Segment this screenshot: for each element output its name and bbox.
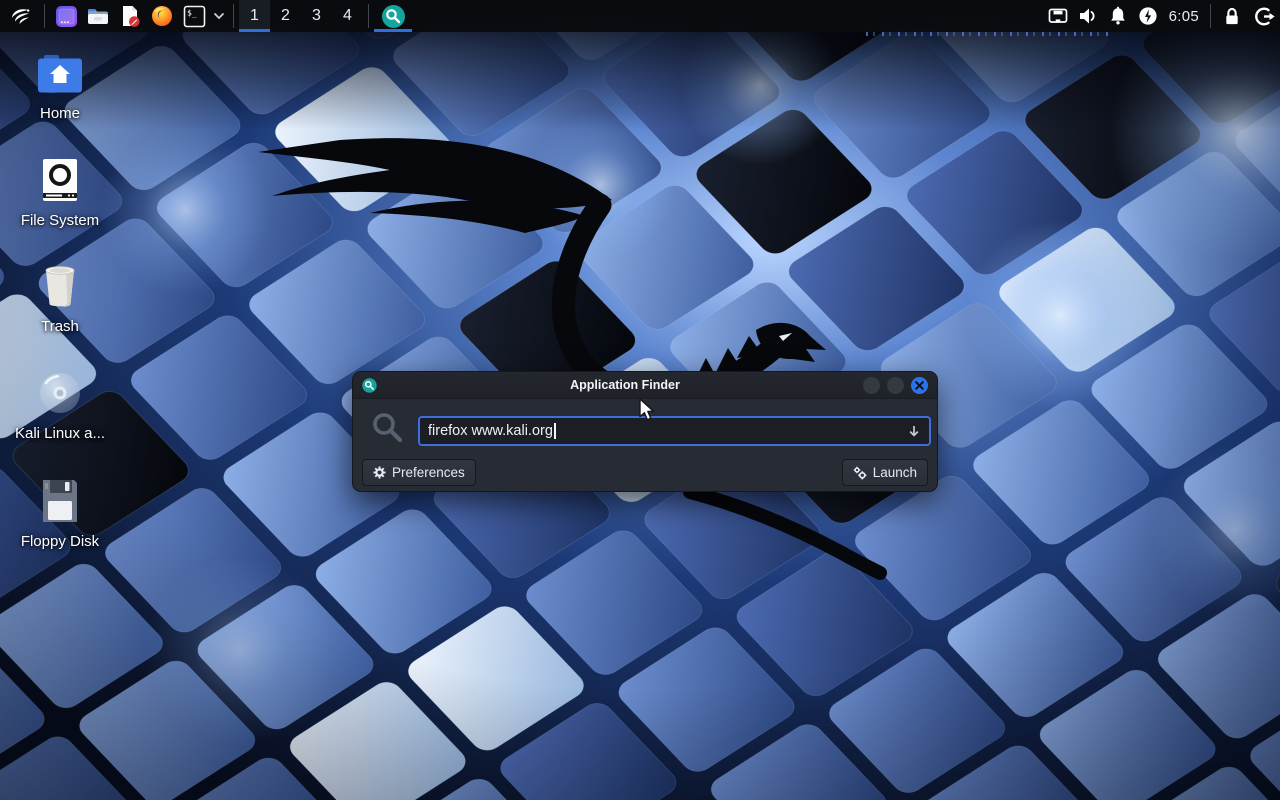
hard-drive-icon bbox=[40, 158, 80, 202]
text-editor-icon bbox=[118, 4, 142, 28]
home-folder-icon bbox=[37, 55, 83, 95]
clock[interactable]: 6:05 bbox=[1163, 0, 1205, 32]
application-finder-magnifier-icon bbox=[381, 4, 406, 29]
run-gears-icon bbox=[853, 466, 867, 480]
minimize-button[interactable] bbox=[863, 377, 880, 394]
workspace-2[interactable]: 2 bbox=[270, 0, 301, 32]
terminal-glyph: $_ bbox=[187, 8, 197, 17]
chevron-down-icon bbox=[213, 10, 225, 22]
kali-logo-icon bbox=[8, 4, 32, 28]
button-row: Preferences bbox=[353, 459, 937, 486]
down-arrow-icon[interactable] bbox=[907, 424, 921, 438]
window-title: Application Finder bbox=[387, 378, 863, 392]
volume-icon bbox=[1076, 4, 1100, 28]
desktop-icon-label: Kali Linux a... bbox=[15, 425, 105, 442]
network-tray-button[interactable] bbox=[1043, 0, 1073, 32]
panel-separator bbox=[233, 4, 234, 28]
workspace-4[interactable]: 4 bbox=[332, 0, 363, 32]
desktop-icon-label: File System bbox=[21, 212, 99, 229]
log-out-icon bbox=[1253, 5, 1276, 28]
titlebar[interactable]: Application Finder bbox=[353, 372, 937, 399]
desktop-icon-file-system[interactable]: File System bbox=[8, 158, 112, 229]
launcher-file-manager[interactable] bbox=[82, 0, 114, 32]
search-input-value: firefox www.kali.org bbox=[428, 423, 553, 439]
kali-desktop: $_ 1 2 3 4 bbox=[0, 0, 1280, 800]
desktop-icon-trash[interactable]: Trash bbox=[8, 264, 112, 335]
floppy-disk-icon bbox=[39, 479, 81, 523]
close-button[interactable] bbox=[911, 377, 928, 394]
preferences-button[interactable]: Preferences bbox=[362, 459, 476, 486]
desktop-icon-floppy-disk[interactable]: Floppy Disk bbox=[8, 479, 112, 550]
workspace-1[interactable]: 1 bbox=[239, 0, 270, 32]
optical-disc-icon bbox=[38, 371, 82, 415]
taskbar-application-finder[interactable] bbox=[374, 0, 412, 32]
desktop-icon-kali-linux-disc[interactable]: Kali Linux a... bbox=[8, 371, 112, 442]
launcher-terminal[interactable]: $_ bbox=[178, 0, 210, 32]
panel-separator bbox=[368, 4, 369, 28]
trash-can-icon bbox=[38, 264, 82, 308]
maximize-button[interactable] bbox=[887, 377, 904, 394]
volume-tray-button[interactable] bbox=[1073, 0, 1103, 32]
gear-icon bbox=[373, 466, 386, 479]
desktop-icon-label: Floppy Disk bbox=[21, 533, 99, 550]
desktop-icon-label: Trash bbox=[41, 318, 79, 335]
application-finder-window-icon bbox=[362, 378, 377, 393]
lock-screen-button[interactable] bbox=[1216, 0, 1248, 32]
launcher-apps-window[interactable] bbox=[50, 0, 82, 32]
mouse-cursor bbox=[638, 398, 656, 422]
lock-icon bbox=[1221, 5, 1243, 27]
terminal-launcher-dropdown[interactable] bbox=[210, 0, 228, 32]
search-icon bbox=[371, 411, 405, 447]
firefox-icon bbox=[150, 4, 174, 28]
panel-separator bbox=[44, 4, 45, 28]
launch-button[interactable]: Launch bbox=[842, 459, 928, 486]
text-caret bbox=[554, 423, 556, 439]
power-manager-icon bbox=[1136, 4, 1160, 28]
close-icon bbox=[915, 381, 924, 390]
workspace-2-label: 2 bbox=[281, 7, 290, 25]
preferences-label: Preferences bbox=[392, 465, 465, 480]
network-icon bbox=[1046, 4, 1070, 28]
workspace-3-label: 3 bbox=[312, 7, 321, 25]
power-manager-tray-button[interactable] bbox=[1133, 0, 1163, 32]
desktop-icon-home[interactable]: Home bbox=[8, 55, 112, 122]
terminal-icon: $_ bbox=[183, 5, 206, 28]
kali-menu-button[interactable] bbox=[3, 2, 37, 30]
launch-label: Launch bbox=[873, 465, 917, 480]
application-finder-window: Application Finder firefox www.kali.org bbox=[352, 371, 938, 492]
workspace-4-label: 4 bbox=[343, 7, 352, 25]
launcher-text-editor[interactable] bbox=[114, 0, 146, 32]
panel-separator bbox=[1210, 4, 1211, 28]
desktop-icon-label: Home bbox=[40, 105, 80, 122]
workspace-1-label: 1 bbox=[250, 7, 259, 25]
apps-window-icon bbox=[55, 5, 78, 28]
search-input[interactable]: firefox www.kali.org bbox=[418, 416, 931, 446]
workspace-3[interactable]: 3 bbox=[301, 0, 332, 32]
bell-icon bbox=[1106, 4, 1130, 28]
log-out-button[interactable] bbox=[1248, 0, 1280, 32]
file-manager-icon bbox=[86, 4, 110, 28]
notifications-tray-button[interactable] bbox=[1103, 0, 1133, 32]
top-panel: $_ 1 2 3 4 bbox=[0, 0, 1280, 32]
launcher-firefox[interactable] bbox=[146, 0, 178, 32]
